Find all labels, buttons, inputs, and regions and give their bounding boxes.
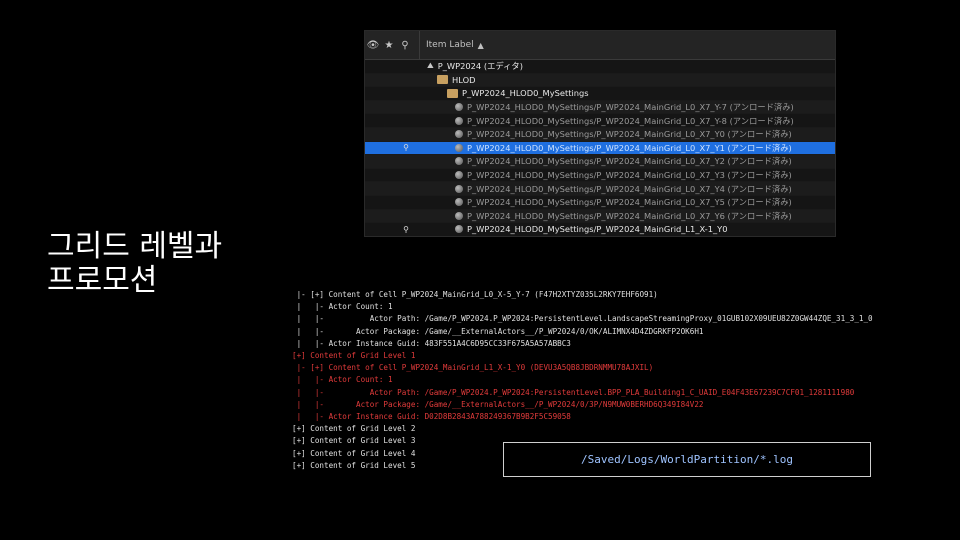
outliner-row-label: P_WP2024_HLOD0_MySettings/P_WP2024_MainG… bbox=[467, 115, 794, 126]
outliner-row[interactable]: P_WP2024_HLOD0_MySettings/P_WP2024_MainG… bbox=[365, 182, 835, 196]
outliner-row-label: P_WP2024 (エディタ) bbox=[437, 61, 523, 72]
log-line: [+] Content of Grid Level 2 bbox=[292, 424, 416, 434]
log-line: | |- Actor Count: 1 bbox=[292, 302, 393, 312]
outliner-row[interactable]: ⚲ P_WP2024_HLOD0_MySettings/P_WP2024_Main… bbox=[365, 223, 835, 236]
outliner-row[interactable]: P_WP2024_HLOD0_MySettings/P_WP2024_MainG… bbox=[365, 196, 835, 210]
slide-title-line2: 프로모션 bbox=[47, 263, 158, 298]
pin-icon[interactable]: ⚲ bbox=[397, 40, 413, 51]
slide-title: 그리드 레벨과 프로모션 bbox=[47, 230, 222, 298]
actor-icon bbox=[455, 225, 463, 234]
log-line: |- [+] Content of Cell P_WP2024_MainGrid… bbox=[292, 363, 654, 373]
pin-icon[interactable]: ⚲ bbox=[401, 143, 411, 152]
outliner-rows: ⛰ P_WP2024 (エディタ) HLOD P_WP2024_HLOD0_MySet… bbox=[365, 60, 835, 236]
actor-icon bbox=[455, 171, 463, 180]
outliner-row[interactable]: P_WP2024_HLOD0_MySettings bbox=[365, 87, 835, 101]
outliner-header: 👁 ★ ⚲ Item Label ▲ bbox=[365, 31, 835, 60]
column-label-text: Item Label bbox=[426, 40, 474, 50]
log-line: | |- Actor Instance Guid: 483F551A4C6D95… bbox=[292, 338, 571, 348]
outliner-row[interactable]: P_WP2024_HLOD0_MySettings/P_WP2024_MainG… bbox=[365, 209, 835, 224]
actor-icon bbox=[455, 157, 463, 166]
actor-icon bbox=[455, 116, 463, 125]
log-line: | |- Actor Count: 1 bbox=[292, 375, 393, 385]
column-item-label[interactable]: Item Label ▲ bbox=[419, 31, 484, 59]
actor-icon bbox=[455, 198, 463, 207]
outliner-row-label: P_WP2024_HLOD0_MySettings/P_WP2024_MainG… bbox=[467, 170, 792, 181]
log-line: | |- Actor Path: /Game/P_WP2024.P_WP2024… bbox=[292, 387, 855, 397]
folder-icon bbox=[447, 88, 458, 98]
outliner-row-label: P_WP2024_HLOD0_MySettings/P_WP2024_MainG… bbox=[467, 129, 792, 140]
outliner-row-label: P_WP2024_HLOD0_MySettings/P_WP2024_MainG… bbox=[467, 156, 792, 167]
world-outliner-panel: 👁 ★ ⚲ Item Label ▲ ⛰ P_WP2024 (エディタ) HLOD P… bbox=[364, 30, 836, 237]
pin-icon[interactable]: ⚲ bbox=[401, 225, 411, 234]
outliner-row-label: HLOD bbox=[452, 74, 476, 85]
outliner-row-label: P_WP2024_HLOD0_MySettings bbox=[462, 88, 589, 99]
actor-icon bbox=[455, 211, 463, 220]
sort-ascending-icon: ▲ bbox=[477, 40, 484, 50]
outliner-row[interactable]: P_WP2024_HLOD0_MySettings/P_WP2024_MainG… bbox=[365, 155, 835, 169]
log-line: |- [+] Content of Cell P_WP2024_MainGrid… bbox=[292, 290, 658, 299]
outliner-row-label: P_WP2024_HLOD0_MySettings/P_WP2024_MainG… bbox=[467, 224, 728, 235]
outliner-row-label: P_WP2024_HLOD0_MySettings/P_WP2024_MainG… bbox=[467, 210, 792, 221]
slide-title-line1: 그리드 레벨과 bbox=[47, 229, 223, 264]
actor-icon bbox=[455, 184, 463, 193]
log-line: | |- Actor Package: /Game/__ExternalActo… bbox=[292, 399, 704, 409]
log-path-text: /Saved/Logs/WorldPartition/*.log bbox=[581, 453, 793, 466]
actor-icon bbox=[455, 143, 463, 152]
eye-icon[interactable]: 👁 bbox=[365, 40, 381, 51]
log-line: | |- Actor Instance Guid: D02D8B2843A788… bbox=[292, 412, 571, 422]
level-icon: ⛰ bbox=[427, 61, 434, 71]
log-line: | |- Actor Path: /Game/P_WP2024.P_WP2024… bbox=[292, 314, 873, 324]
outliner-row[interactable]: ⚲ P_WP2024_HLOD0_MySettings/P_WP2024_Main… bbox=[365, 141, 835, 156]
outliner-row[interactable]: P_WP2024_HLOD0_MySettings/P_WP2024_MainG… bbox=[365, 127, 835, 142]
outliner-row[interactable]: P_WP2024_HLOD0_MySettings/P_WP2024_MainG… bbox=[365, 114, 835, 128]
outliner-row-label: P_WP2024_HLOD0_MySettings/P_WP2024_MainG… bbox=[467, 197, 792, 208]
actor-icon bbox=[455, 103, 463, 112]
folder-icon bbox=[437, 75, 448, 85]
outliner-row[interactable]: P_WP2024_HLOD0_MySettings/P_WP2024_MainG… bbox=[365, 169, 835, 183]
log-path-box: /Saved/Logs/WorldPartition/*.log bbox=[503, 442, 871, 477]
outliner-row-label: P_WP2024_HLOD0_MySettings/P_WP2024_MainG… bbox=[467, 142, 792, 153]
outliner-row[interactable]: ⛰ P_WP2024 (エディタ) bbox=[365, 60, 835, 74]
outliner-row[interactable]: P_WP2024_HLOD0_MySettings/P_WP2024_MainG… bbox=[365, 100, 835, 115]
outliner-row[interactable]: HLOD bbox=[365, 73, 835, 88]
outliner-row-label: P_WP2024_HLOD0_MySettings/P_WP2024_MainG… bbox=[467, 102, 794, 113]
actor-icon bbox=[455, 130, 463, 139]
log-line: [+] Content of Grid Level 1 bbox=[292, 351, 416, 361]
outliner-row-label: P_WP2024_HLOD0_MySettings/P_WP2024_MainG… bbox=[467, 183, 792, 194]
log-line: | |- Actor Package: /Game/__ExternalActo… bbox=[292, 326, 704, 336]
star-icon[interactable]: ★ bbox=[381, 40, 397, 51]
